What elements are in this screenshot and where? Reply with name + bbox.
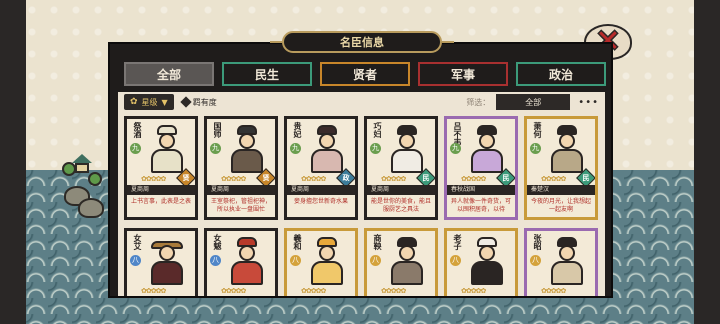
era-label: 夏商周 [367, 185, 435, 195]
more-options-icon[interactable]: ••• [578, 97, 599, 108]
minister-grid: 祭酒 九 ✿✿✿✿✿ 贤 夏商周 上书言事，此表是之表 国师 九 ✿✿✿✿✿ 贤… [124, 116, 604, 296]
minister-portrait [465, 123, 509, 173]
star-rating: ✿✿✿✿✿ [541, 175, 566, 183]
rank-badge: 八 [370, 255, 381, 266]
minister-card[interactable]: 吕不韦 九 ✿✿✿✿✿ 民 春秋战国 异人就像一件奇货，可以囤积居奇，以待 [444, 116, 518, 220]
tab-all[interactable]: 全部 [124, 62, 214, 86]
star-rating: ✿✿✿✿✿ [141, 175, 166, 183]
minister-name: 老子 [453, 234, 462, 250]
era-label: 春秋战国 [447, 185, 515, 195]
minister-card[interactable]: 巧妇 九 ✿✿✿✿✿ 民 夏商周 能是世你的美食，能且服厨艺之具法 [364, 116, 438, 220]
minister-portrait [385, 123, 429, 173]
rank-badge: 九 [290, 143, 301, 154]
island-scenery [58, 146, 110, 218]
minister-card[interactable]: 羲和 八 ✿✿✿✿✿ [284, 228, 358, 296]
minister-name: 女魃 [213, 234, 222, 250]
tab-livelihood[interactable]: 民生 [222, 62, 312, 86]
minister-portrait [225, 123, 269, 173]
minister-name: 张昭 [533, 234, 542, 250]
sort-dropdown[interactable]: ✿ 星级 ▼ [124, 94, 174, 110]
minister-quote: 王室祭祀，管祖祀神，所以执业一盘围忙 [210, 198, 271, 213]
tab-politics[interactable]: 政治 [516, 62, 606, 86]
tab-military[interactable]: 军事 [418, 62, 508, 86]
minister-card[interactable]: 贵妃 九 ✿✿✿✿✿ 政 夏商周 妾身擅您世新奇水果 [284, 116, 358, 220]
rank-badge: 八 [130, 255, 141, 266]
minister-name: 贵妃 [293, 122, 302, 138]
minister-name: 商鞅 [373, 234, 382, 250]
diamond-icon [180, 96, 192, 108]
sort-label: 星级 [141, 97, 158, 107]
star-rating: ✿✿✿✿✿ [381, 287, 406, 295]
minister-name: 萧何 [533, 122, 542, 138]
era-label: 夏商周 [207, 185, 275, 195]
minister-portrait [305, 123, 349, 173]
frame-left [0, 0, 26, 324]
minister-portrait [465, 235, 509, 285]
minister-quote: 妾身擅您世新奇水果 [293, 198, 348, 205]
minister-quote: 能是世你的美食，能且服厨艺之具法 [370, 198, 431, 213]
minister-card[interactable]: 张昭 八 ✿✿✿✿✿ [524, 228, 598, 296]
minister-portrait [145, 123, 189, 173]
minister-card[interactable]: 商鞅 八 ✿✿✿✿✿ [364, 228, 438, 296]
rank-badge: 八 [530, 255, 541, 266]
star-rating: ✿✿✿✿✿ [381, 175, 406, 183]
card-list-area: ✿ 星级 ▼ 羁有度 筛选： 全部 ••• 祭酒 九 ✿✿✿✿✿ 贤 夏商周 上… [118, 92, 605, 296]
category-tabs: 全部 民生 贤者 军事 政治 [124, 62, 606, 86]
minister-card[interactable]: 国师 九 ✿✿✿✿✿ 贤 夏商周 王室祭祀，管祖祀神，所以执业一盘围忙 [204, 116, 278, 220]
minister-quote: 今夜的月光，让我想起一起友啊 [530, 198, 591, 213]
star-rating: ✿✿✿✿✿ [541, 287, 566, 295]
star-rating: ✿✿✿✿✿ [221, 175, 246, 183]
minister-name: 国师 [213, 122, 222, 138]
minister-name: 祭酒 [133, 122, 142, 138]
minister-card[interactable]: 女艾 八 ✿✿✿✿✿ [124, 228, 198, 296]
star-rating: ✿✿✿✿✿ [221, 287, 246, 295]
era-label: 秦楚汉 [527, 185, 595, 195]
rank-badge: 九 [130, 143, 141, 154]
minister-card[interactable]: 女魃 八 ✿✿✿✿✿ [204, 228, 278, 296]
rank-badge: 九 [210, 143, 221, 154]
filter-select[interactable]: 全部 [496, 94, 571, 110]
star-rating: ✿✿✿✿✿ [141, 287, 166, 295]
rank-badge: 九 [450, 143, 461, 154]
minister-name: 女艾 [133, 234, 142, 250]
minister-quote: 异人就像一件奇货，可以囤积居奇，以待 [450, 198, 511, 213]
minister-portrait [225, 235, 269, 285]
fate-label: 羁有度 [192, 97, 217, 107]
minister-portrait [545, 235, 589, 285]
star-rating: ✿✿✿✿✿ [301, 175, 326, 183]
minister-portrait [305, 235, 349, 285]
frame-right [694, 0, 720, 324]
fate-sort-button[interactable]: 羁有度 [180, 94, 217, 110]
minister-card[interactable]: 萧何 九 ✿✿✿✿✿ 民 秦楚汉 今夜的月光，让我想起一起友啊 [524, 116, 598, 220]
rank-badge: 八 [290, 255, 301, 266]
filter-controls: 筛选： 全部 ••• [466, 94, 599, 110]
rank-badge: 九 [370, 143, 381, 154]
filter-label: 筛选： [466, 97, 491, 107]
rank-badge: 九 [530, 143, 541, 154]
star-icon: ✿ [130, 97, 138, 107]
chevron-down-icon: ▼ [161, 97, 168, 107]
era-label: 夏商周 [127, 185, 195, 195]
minister-portrait [545, 123, 589, 173]
minister-portrait [145, 235, 189, 285]
star-rating: ✿✿✿✿✿ [461, 175, 486, 183]
minister-card[interactable]: 老子 八 ✿✿✿✿✿ [444, 228, 518, 296]
star-rating: ✿✿✿✿✿ [461, 287, 486, 295]
era-label: 夏商周 [287, 185, 355, 195]
star-rating: ✿✿✿✿✿ [301, 287, 326, 295]
minister-portrait [385, 235, 429, 285]
minister-name: 巧妇 [373, 122, 382, 138]
minister-card[interactable]: 祭酒 九 ✿✿✿✿✿ 贤 夏商周 上书言事，此表是之表 [124, 116, 198, 220]
tab-sage[interactable]: 贤者 [320, 62, 410, 86]
panel-title: 名臣信息 [270, 31, 454, 53]
filter-row: ✿ 星级 ▼ 羁有度 筛选： 全部 ••• [118, 92, 605, 112]
minister-name: 羲和 [293, 234, 302, 250]
minister-info-panel: 名臣信息 全部 民生 贤者 军事 政治 ✿ 星级 ▼ 羁有度 筛选： 全部 ••… [108, 31, 613, 298]
minister-quote: 上书言事，此表是之表 [130, 198, 191, 205]
rank-badge: 八 [210, 255, 221, 266]
rank-badge: 八 [450, 255, 461, 266]
